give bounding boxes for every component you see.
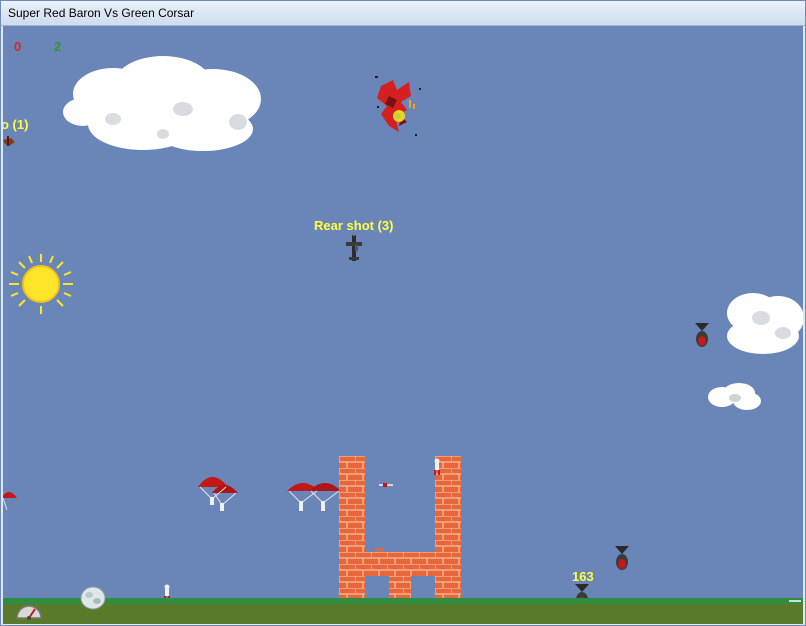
brick-tower <box>339 456 461 600</box>
boulder-icon <box>80 586 106 610</box>
debris-icon <box>789 600 801 602</box>
sun-icon <box>9 254 73 314</box>
parachute-icon <box>198 477 238 511</box>
left-powerup-label: o (1) <box>3 117 29 132</box>
speedometer-icon <box>16 605 42 620</box>
counter-label: 163 <box>572 569 594 584</box>
cloud-large <box>63 56 261 151</box>
explosion-icon <box>375 76 421 136</box>
bomb-icon <box>615 546 629 570</box>
rear-shot-label: Rear shot (3) <box>314 218 394 233</box>
title-bar[interactable]: Super Red Baron Vs Green Corsar <box>1 1 805 26</box>
parachute-icon <box>3 492 17 511</box>
parachute-icon <box>287 483 341 511</box>
player-plane-icon <box>346 233 362 261</box>
ground <box>3 598 803 624</box>
plane-icon <box>3 136 15 146</box>
game-window: Super Red Baron Vs Green Corsar 0 2 o (1… <box>0 0 806 626</box>
green-score: 2 <box>54 39 62 54</box>
cloud-small <box>708 383 761 410</box>
window-title: Super Red Baron Vs Green Corsar <box>8 6 195 20</box>
bomb-icon <box>695 323 709 347</box>
game-canvas[interactable]: 0 2 o (1) Rear shot (3) 163 <box>3 26 803 624</box>
cloud-right <box>727 293 803 354</box>
soldier-icon <box>434 458 440 475</box>
red-score: 0 <box>14 39 22 54</box>
